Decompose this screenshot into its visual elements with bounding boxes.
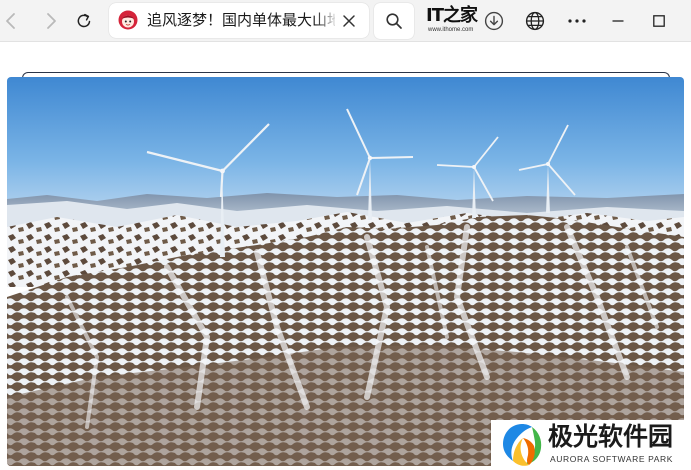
more-menu-button[interactable] bbox=[560, 4, 594, 38]
aurora-logo-icon bbox=[503, 424, 542, 466]
refresh-icon bbox=[77, 13, 91, 28]
watermark: 极光软件园 AURORA SOFTWARE PARK bbox=[491, 420, 691, 470]
downloads-button[interactable] bbox=[477, 4, 511, 38]
browser-toolbar: 追风逐梦！国内单体最大山地 IT之家 www.ithome.com bbox=[0, 0, 691, 42]
tab-title: 追风逐梦！国内单体最大山地 bbox=[147, 12, 335, 29]
logo-main-text: IT之家 bbox=[426, 5, 478, 26]
watermark-title: 极光软件园 bbox=[548, 422, 674, 451]
mascot-favicon-icon bbox=[118, 10, 138, 30]
minimize-icon bbox=[612, 20, 624, 22]
arrow-left-icon bbox=[6, 13, 15, 29]
wind-turbine-photo bbox=[7, 77, 684, 466]
logo-sub-text: www.ithome.com bbox=[428, 27, 474, 33]
maximize-button[interactable] bbox=[642, 4, 676, 38]
arrow-right-icon bbox=[47, 13, 56, 29]
refresh-button[interactable] bbox=[67, 4, 101, 38]
maximize-icon bbox=[653, 15, 665, 27]
language-button[interactable] bbox=[518, 4, 552, 38]
browser-tab[interactable]: 追风逐梦！国内单体最大山地 bbox=[109, 3, 369, 38]
tab-close-button[interactable] bbox=[338, 10, 360, 32]
download-icon bbox=[484, 11, 504, 31]
tab-title-fade bbox=[315, 9, 339, 33]
page-content bbox=[0, 43, 691, 470]
watermark-subtitle: AURORA SOFTWARE PARK bbox=[550, 454, 673, 464]
back-button[interactable] bbox=[0, 4, 28, 38]
close-icon bbox=[343, 15, 355, 27]
search-icon bbox=[386, 13, 402, 29]
globe-icon bbox=[525, 11, 545, 31]
ithome-logo[interactable]: IT之家 www.ithome.com bbox=[426, 6, 478, 36]
minimize-button[interactable] bbox=[601, 4, 635, 38]
landscape-image-icon bbox=[7, 77, 684, 466]
forward-button[interactable] bbox=[34, 4, 68, 38]
search-button[interactable] bbox=[374, 3, 414, 39]
more-dots-icon bbox=[568, 19, 586, 23]
